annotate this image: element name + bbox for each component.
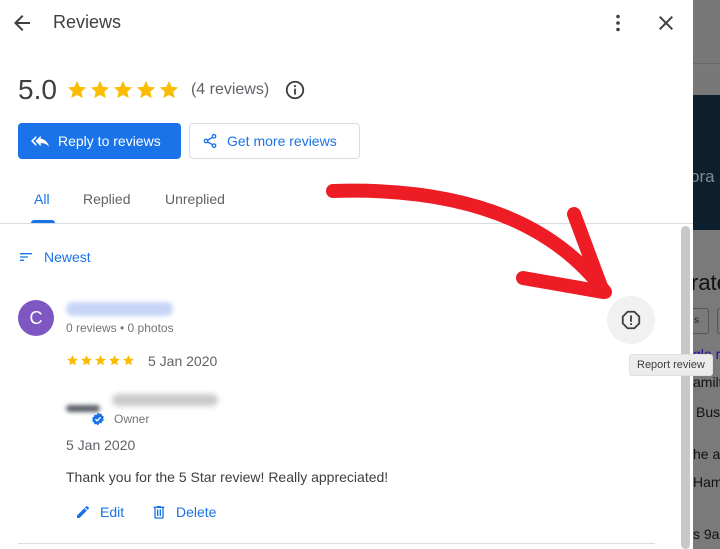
tab-all[interactable]: All [34,191,50,207]
edit-reply-button[interactable]: Edit [75,504,124,520]
reviewer-name[interactable] [66,302,173,316]
tab-unreplied[interactable]: Unreplied [165,191,225,207]
star-icon [136,80,156,99]
reviewer-meta: 0 reviews • 0 photos [66,321,174,335]
review-tabs: All Replied Unreplied [0,178,693,224]
review-count: (4 reviews) [190,81,270,98]
star-icon [123,355,134,366]
close-button[interactable] [654,11,678,35]
background-heading: rate [693,270,720,295]
edit-label: Edit [100,504,125,520]
star-icon [67,355,78,366]
active-tab-indicator [31,220,55,223]
reply-to-reviews-label: Reply to reviews [58,133,161,149]
review-divider [18,543,655,544]
owner-name [112,394,218,406]
more-options-button[interactable] [606,11,630,35]
get-more-reviews-button[interactable]: Get more reviews [189,123,360,159]
review-date: 5 Jan 2020 [148,353,218,369]
rating-summary: 5.0 (4 reviews) [18,72,306,108]
star-icon [90,80,110,99]
report-review-tooltip: Report review [629,354,713,376]
star-icon [95,355,106,366]
star-icon [67,80,87,99]
more-vert-icon [616,14,620,32]
background-banner-text: ora [693,167,715,186]
info-icon[interactable] [284,79,306,101]
delete-label: Delete [176,504,217,520]
star-icon [109,355,120,366]
trash-icon [153,506,165,519]
review-stars [66,354,135,367]
star-icon [159,80,179,99]
verified-badge-icon [92,412,104,426]
star-icon [113,80,133,99]
reply-date: 5 Jan 2020 [66,437,136,453]
star-icon [81,355,92,366]
background-banner: ora [693,95,720,230]
reply-to-reviews-button[interactable]: Reply to reviews [18,123,181,159]
background-chip: s [693,308,709,334]
arrow-left-icon [14,15,30,31]
background-line: Ham [693,474,720,490]
get-more-reviews-label: Get more reviews [227,133,337,149]
background-line: amilt [693,374,720,390]
reviews-panel: Reviews 5.0 (4 reviews) Reply to reviews… [0,0,693,549]
background-line: he ap [693,446,720,462]
page-title: Reviews [53,12,122,32]
delete-reply-button[interactable]: Delete [151,504,216,520]
background-toolbar [693,65,720,95]
sort-button[interactable]: Newest [18,249,91,265]
close-icon [659,16,673,30]
background-page: ora rate s gle re amilt Bus he ap Ham s … [693,0,720,549]
rating-stars [66,79,180,101]
background-line: Bus [696,404,720,420]
background-line: s 9a [693,526,720,542]
back-button[interactable] [10,11,34,35]
report-icon [621,310,641,330]
scrollbar[interactable] [681,226,690,549]
reply-text: Thank you for the 5 Star review! Really … [66,469,389,485]
sort-icon [20,253,32,261]
sort-label: Newest [44,249,91,265]
owner-avatar [66,405,100,412]
owner-label: Owner [114,412,150,426]
average-rating: 5.0 [18,74,57,105]
reviewer-avatar[interactable]: C [18,300,54,336]
reply-all-icon [31,135,49,147]
report-review-button[interactable] [607,296,655,344]
background-chip-text: s [694,315,699,326]
pencil-icon [77,505,90,518]
tab-replied[interactable]: Replied [83,191,130,207]
panel-header: Reviews [0,0,693,46]
background-top-bar [693,0,720,64]
share-icon [203,133,217,149]
